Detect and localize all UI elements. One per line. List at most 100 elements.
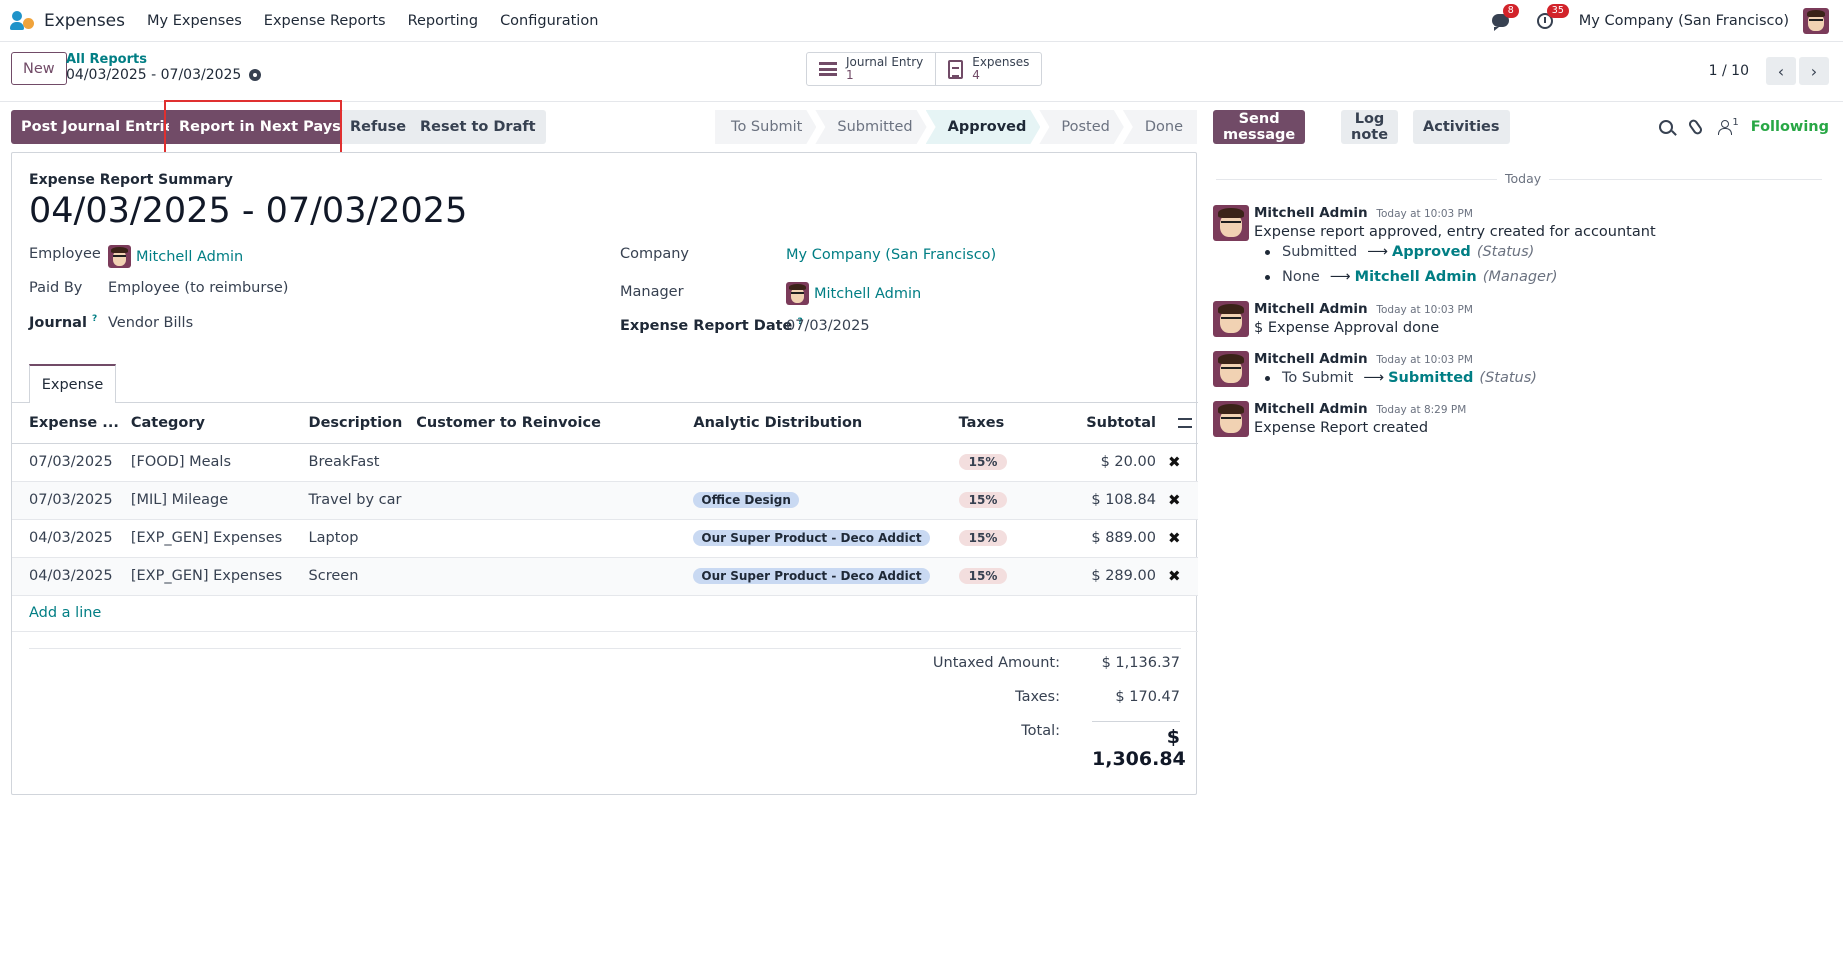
delete-icon[interactable]: ✖ [1168,491,1181,509]
delete-icon[interactable]: ✖ [1168,567,1181,585]
user-avatar[interactable] [1803,7,1829,34]
column-subtotal[interactable]: Subtotal [1047,403,1162,444]
column-expense-date[interactable]: Expense ... [12,403,125,444]
table-row[interactable]: 07/03/2025 [MIL] Mileage Travel by car O… [12,481,1198,520]
message-body: Expense Report created [1254,420,1429,436]
journal-help-icon[interactable]: ? [92,314,97,324]
column-category[interactable]: Category [124,403,303,444]
paid-by-field[interactable]: Employee (to reimburse) [108,280,288,296]
paperclip-icon[interactable] [1687,117,1705,137]
cell-customer[interactable] [410,443,688,482]
cell-description[interactable]: BreakFast [302,443,411,482]
messages-button[interactable]: 8 [1491,3,1519,32]
cell-analytic[interactable]: Our Super Product - Deco Addict [687,519,953,558]
company-field[interactable]: My Company (San Francisco) [786,247,996,263]
pager-previous-button[interactable]: ‹ [1766,57,1796,85]
message-author[interactable]: Mitchell Admin [1254,351,1368,367]
menu-reporting[interactable]: Reporting [408,13,479,29]
message-author[interactable]: Mitchell Admin [1254,301,1368,317]
journal-entry-smart-button[interactable]: Journal Entry 1 [807,53,937,85]
table-row[interactable]: 04/03/2025 [EXP_GEN] Expenses Screen Our… [12,557,1198,596]
reset-to-draft-button[interactable]: Reset to Draft [410,110,546,144]
cell-taxes[interactable]: 15% [952,443,1048,482]
delete-icon[interactable]: ✖ [1168,453,1181,471]
table-row[interactable]: 07/03/2025 [FOOD] Meals BreakFast 15% $ … [12,443,1198,482]
cell-delete[interactable]: ✖ [1161,443,1198,482]
cell-delete[interactable]: ✖ [1161,519,1198,558]
cell-taxes[interactable]: 15% [952,519,1048,558]
journal-field[interactable]: Vendor Bills [108,315,193,331]
cell-customer[interactable] [410,557,688,596]
gear-icon[interactable] [249,69,262,81]
cell-delete[interactable]: ✖ [1161,557,1198,596]
cell-taxes[interactable]: 15% [952,557,1048,596]
pager-next-button[interactable]: › [1799,57,1829,85]
manager-field[interactable]: Mitchell Admin [786,282,921,305]
activities-button[interactable]: 35 [1535,3,1569,32]
refuse-button[interactable]: Refuse [340,110,417,144]
new-button[interactable]: New [11,52,67,85]
message-author[interactable]: Mitchell Admin [1254,401,1368,417]
cell-subtotal[interactable]: $ 889.00 [1047,519,1162,558]
column-taxes[interactable]: Taxes [952,403,1048,444]
company-switcher[interactable]: My Company (San Francisco) [1579,13,1789,29]
expenses-smart-button[interactable]: Expenses 4 [936,53,1041,85]
tax-tag: 15% [958,492,1008,508]
author-avatar[interactable] [1213,351,1249,387]
table-row[interactable]: 04/03/2025 [EXP_GEN] Expenses Laptop Our… [12,519,1198,558]
cell-date[interactable]: 07/03/2025 [12,481,125,520]
stage-to-submit[interactable]: To Submit [715,110,816,144]
cell-customer[interactable] [410,481,688,520]
stage-posted[interactable]: Posted [1039,110,1123,144]
cell-description[interactable]: Screen [302,557,411,596]
author-avatar[interactable] [1213,401,1249,437]
menu-my-expenses[interactable]: My Expenses [147,13,242,29]
tab-expense[interactable]: Expense [29,364,116,403]
following-button[interactable]: Following [1751,119,1829,135]
log-note-button[interactable]: Log note [1341,110,1399,144]
column-description[interactable]: Description [302,403,411,444]
cell-analytic[interactable]: Office Design [687,481,953,520]
search-icon[interactable] [1659,120,1674,134]
author-avatar[interactable] [1213,301,1249,337]
delete-icon[interactable]: ✖ [1168,529,1181,547]
expense-report-date-field[interactable]: 07/03/2025 [786,318,870,334]
cell-date[interactable]: 04/03/2025 [12,519,125,558]
cell-category[interactable]: [EXP_GEN] Expenses [124,557,303,596]
menu-expense-reports[interactable]: Expense Reports [264,13,386,29]
cell-subtotal[interactable]: $ 108.84 [1047,481,1162,520]
cell-subtotal[interactable]: $ 289.00 [1047,557,1162,596]
cell-delete[interactable]: ✖ [1161,481,1198,520]
stage-done[interactable]: Done [1122,110,1197,144]
cell-description[interactable]: Laptop [302,519,411,558]
cell-description[interactable]: Travel by car [302,481,411,520]
cell-category[interactable]: [FOOD] Meals [124,443,303,482]
column-customer-to-reinvoice[interactable]: Customer to Reinvoice [410,403,688,444]
expenses-app-icon[interactable] [10,9,34,33]
cell-date[interactable]: 04/03/2025 [12,557,125,596]
stage-submitted[interactable]: Submitted [815,110,926,144]
optional-columns-toggle[interactable] [1161,403,1198,444]
cell-taxes[interactable]: 15% [952,481,1048,520]
cell-customer[interactable] [410,519,688,558]
cell-analytic[interactable] [687,443,953,482]
message-author[interactable]: Mitchell Admin [1254,205,1368,221]
pager-value[interactable]: 1 / 10 [1709,63,1749,79]
app-name[interactable]: Expenses [44,11,125,31]
stage-approved[interactable]: Approved [926,110,1041,144]
cell-date[interactable]: 07/03/2025 [12,443,125,482]
add-line-link[interactable]: Add a line [29,605,101,621]
menu-configuration[interactable]: Configuration [500,13,598,29]
employee-field[interactable]: Mitchell Admin [108,245,243,268]
breadcrumb-all-reports[interactable]: All Reports [66,52,261,67]
followers-icon[interactable] [1718,120,1733,135]
cell-analytic[interactable]: Our Super Product - Deco Addict [687,557,953,596]
column-analytic-distribution[interactable]: Analytic Distribution [687,403,953,444]
cell-subtotal[interactable]: $ 20.00 [1047,443,1162,482]
activities-button[interactable]: Activities [1413,110,1510,144]
author-avatar[interactable] [1213,205,1249,241]
report-title[interactable]: 04/03/2025 - 07/03/2025 [29,191,467,231]
send-message-button[interactable]: Send message [1213,110,1306,144]
cell-category[interactable]: [MIL] Mileage [124,481,303,520]
cell-category[interactable]: [EXP_GEN] Expenses [124,519,303,558]
